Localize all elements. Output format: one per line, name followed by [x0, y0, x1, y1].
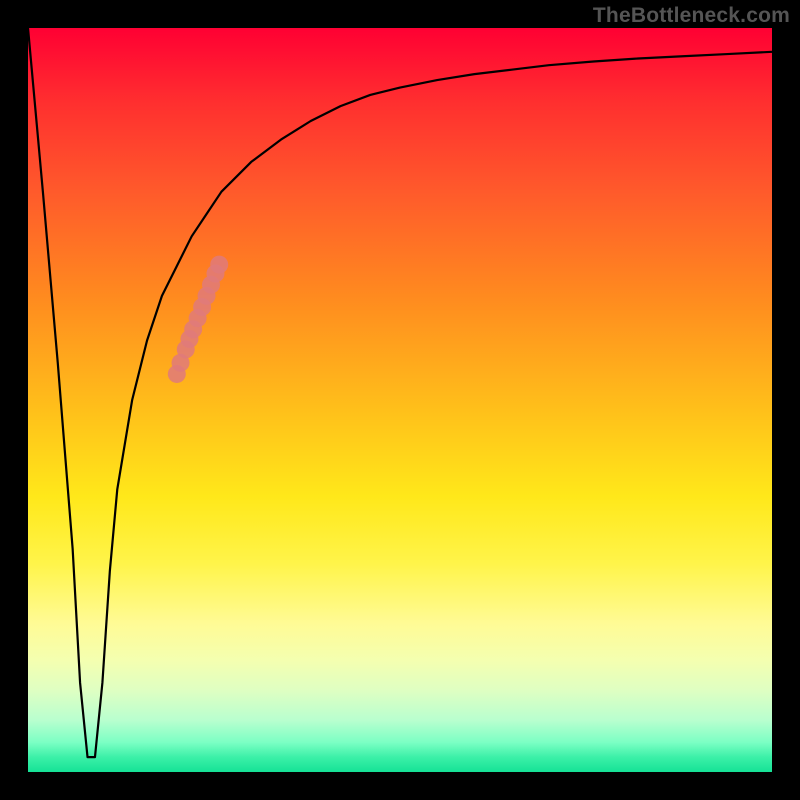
highlight-marker [210, 256, 228, 274]
plot-area [28, 28, 772, 772]
chart-frame: TheBottleneck.com [0, 0, 800, 800]
chart-svg [28, 28, 772, 772]
bottleneck-curve [28, 28, 772, 757]
watermark-label: TheBottleneck.com [593, 4, 790, 28]
